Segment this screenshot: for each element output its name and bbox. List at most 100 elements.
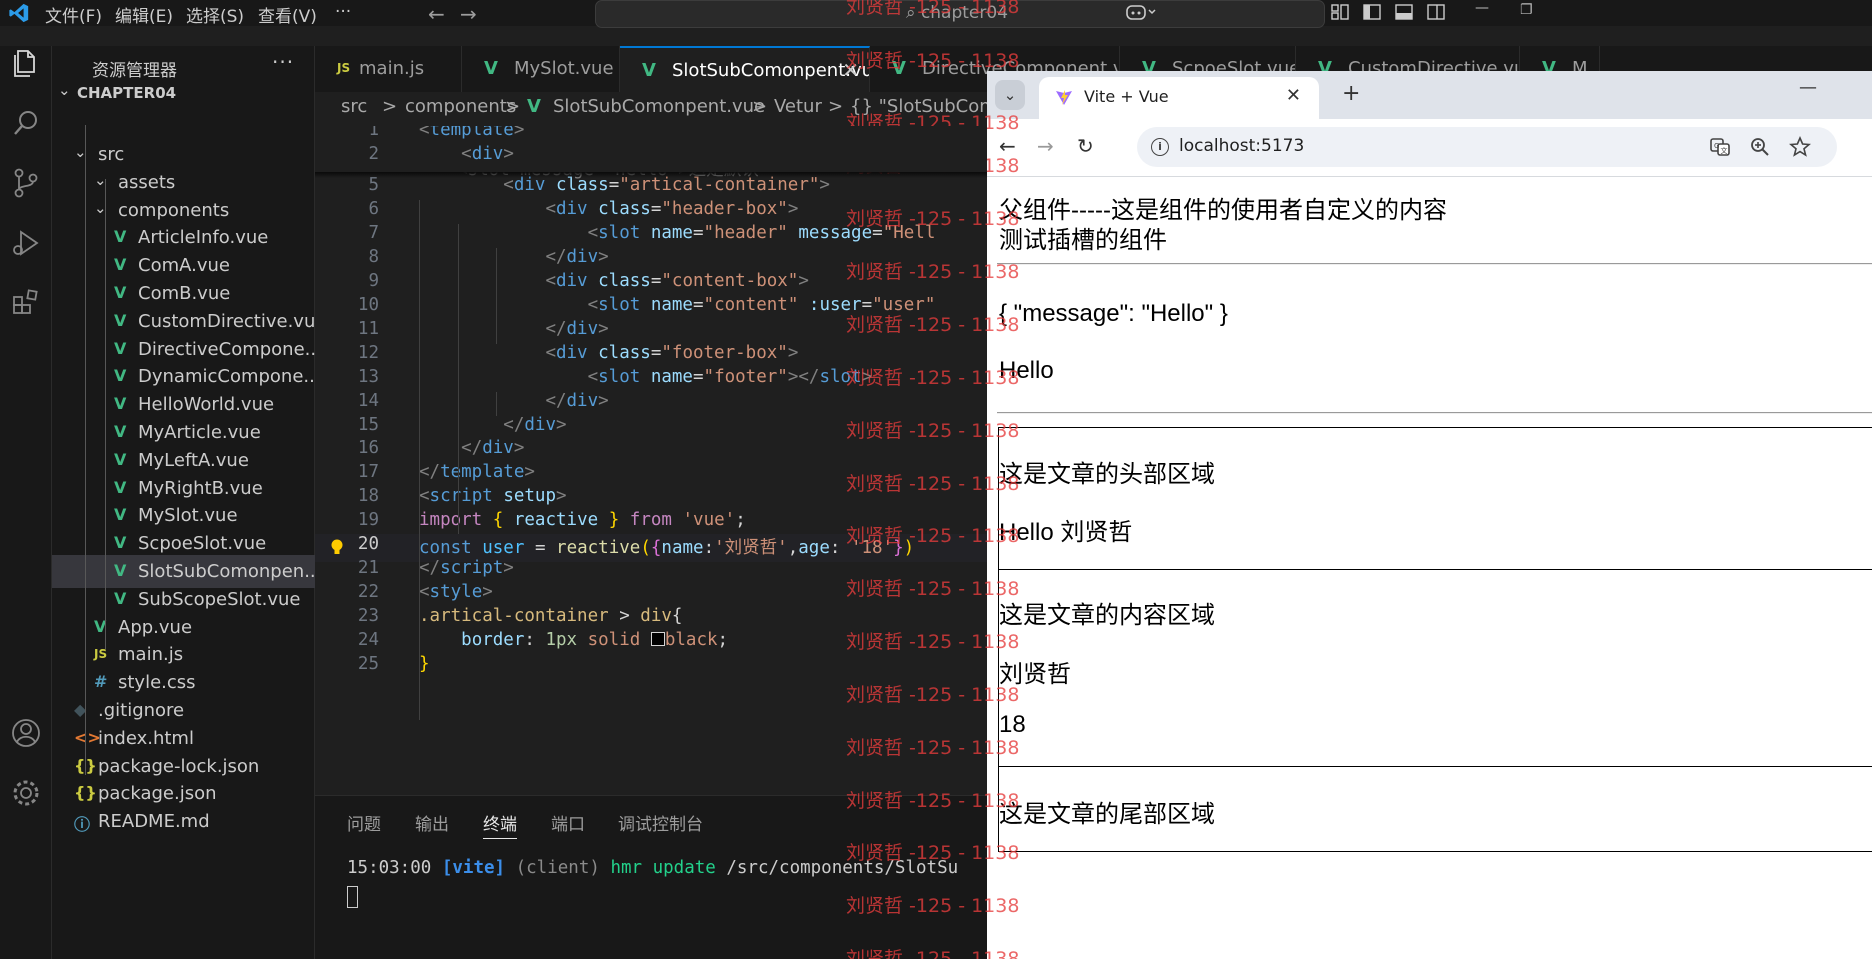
bookmark-star-icon[interactable] <box>1789 136 1811 158</box>
minimize-icon[interactable]: — <box>1799 77 1817 98</box>
new-tab-button[interactable]: + <box>1342 81 1360 106</box>
slot-test-title: 测试插槽的组件 <box>999 227 1167 254</box>
extensions-icon[interactable] <box>9 286 43 320</box>
tab-main-js[interactable]: JS main.js <box>315 46 462 92</box>
breadcrumb-vetur[interactable]: Vetur <box>774 96 822 117</box>
code-text: } <box>419 654 430 674</box>
code-line[interactable]: 2 <div> <box>315 144 987 172</box>
code-text: const user = reactive({name:'刘贤哲',age: '… <box>419 538 915 559</box>
settings-gear-icon[interactable] <box>9 776 43 810</box>
zoom-icon[interactable] <box>1749 136 1771 158</box>
tree-item-label: MyRightB.vue <box>138 477 263 499</box>
tree-item-label: package.json <box>98 783 217 805</box>
toggle-panel-icon[interactable] <box>1394 3 1414 21</box>
vscode-logo-icon <box>9 3 29 23</box>
restore-icon[interactable]: ❐ <box>1520 2 1533 18</box>
layout-customize-icon[interactable] <box>1330 3 1350 21</box>
menu-view[interactable]: 查看(V) <box>258 2 317 27</box>
tab-label: SlotSubComonpent.vue <box>672 60 870 81</box>
divider <box>997 412 1872 414</box>
panel-tab-output[interactable]: 输出 <box>415 810 449 835</box>
tree-item-label: SubScopeSlot.vue <box>138 588 301 610</box>
code-text: <div class="artical-container"> <box>503 175 830 195</box>
browser-tab[interactable]: Vite + Vue ✕ <box>1039 77 1319 119</box>
menu-edit[interactable]: 编辑(E) <box>115 2 173 27</box>
tree-item-label: SlotSubComonpen... <box>138 561 315 582</box>
line-number: 15 <box>357 414 379 435</box>
site-info-icon[interactable]: i <box>1151 138 1169 156</box>
menu-file[interactable]: 文件(F) <box>45 2 102 27</box>
explorer-files-icon[interactable] <box>9 46 43 80</box>
explorer-more-button[interactable]: ··· <box>272 50 294 74</box>
breadcrumb-components[interactable]: components <box>405 96 516 117</box>
tree-item-label: DirectiveCompone... <box>138 338 315 360</box>
copilot-icon[interactable] <box>1125 3 1159 21</box>
source-control-icon[interactable] <box>9 166 43 200</box>
code-line[interactable]: 25} <box>315 654 987 682</box>
line-number: 2 <box>368 144 379 164</box>
tree-item-label: main.js <box>118 644 184 666</box>
markdown-file-icon: ⓘ <box>74 815 91 835</box>
search-icon[interactable] <box>9 106 43 140</box>
tree-item-label: MyLeftA.vue <box>138 449 249 471</box>
tab-search-dropdown-icon[interactable]: ⌄ <box>995 80 1025 110</box>
close-tab-icon[interactable]: ✕ <box>1286 85 1301 106</box>
menu-more[interactable]: ··· <box>335 2 351 22</box>
code-text: </template> <box>419 462 535 483</box>
watermark-text: 刘贤哲 -125 - 1138 <box>846 895 1020 917</box>
tree-item-label: package-lock.json <box>98 755 260 777</box>
panel-tab-terminal[interactable]: 终端 <box>483 810 517 839</box>
tree-item-label: ComA.vue <box>138 255 230 277</box>
terminal-cursor[interactable] <box>347 886 358 908</box>
forward-arrow-icon[interactable]: → <box>1037 134 1054 158</box>
back-arrow-icon[interactable]: ← <box>428 2 445 26</box>
code-text: .artical-container > div{ <box>419 606 683 627</box>
lightbulb-icon[interactable] <box>330 538 344 557</box>
line-number: 9 <box>368 270 379 291</box>
vue-file-icon: V <box>114 227 127 247</box>
breadcrumb-src[interactable]: src <box>341 96 367 117</box>
tab-myslot[interactable]: V MySlot.vue <box>462 46 620 92</box>
code-text: <template> <box>419 126 525 140</box>
explorer-sidebar: 资源管理器 ··· ⌄ CHAPTER04 ⌄ src ⌄ assets ⌄ componen… <box>52 46 315 959</box>
code-text: border: 1px solid black; <box>461 630 729 651</box>
toggle-secondary-sidebar-icon[interactable] <box>1426 3 1446 21</box>
translate-icon[interactable]: G 文 <box>1709 136 1731 158</box>
tree-file[interactable]: ⓘ README.md <box>52 805 315 838</box>
menu-selection[interactable]: 选择(S) <box>186 2 244 27</box>
terminal-client: (client) <box>515 858 600 878</box>
toggle-sidebar-icon[interactable] <box>1362 3 1382 21</box>
address-bar[interactable]: i localhost:5173 G 文 <box>1137 127 1837 167</box>
watermark-text: 刘贤哲 -125 - 1138 <box>846 367 1020 389</box>
tree-item-label: CustomDirective.vue <box>138 310 315 332</box>
breadcrumb-sep: > <box>752 96 768 117</box>
color-swatch <box>650 632 665 647</box>
indent-guide <box>419 488 420 512</box>
code-text: </div> <box>545 246 609 267</box>
line-number: 12 <box>357 342 379 363</box>
line-number: 19 <box>357 510 379 531</box>
tree-root-chapter04[interactable]: ⌄ CHAPTER04 <box>52 76 315 109</box>
header-box: 这是文章的头部区域 Hello 刘贤哲 <box>998 427 1872 570</box>
divider <box>997 263 1872 265</box>
account-icon[interactable] <box>9 716 43 750</box>
panel-tab-debug-console[interactable]: 调试控制台 <box>618 810 703 835</box>
tab-label: MySlot.vue <box>514 58 614 79</box>
line-number: 10 <box>357 294 379 315</box>
line-number: 1 <box>368 126 379 140</box>
run-debug-icon[interactable] <box>9 226 43 260</box>
html-file-icon: <> <box>74 727 101 747</box>
tree-item-label: README.md <box>98 811 210 833</box>
forward-arrow-icon[interactable]: → <box>460 2 477 26</box>
panel-tab-ports[interactable]: 端口 <box>551 810 585 835</box>
panel-tab-problems[interactable]: 问题 <box>347 810 381 835</box>
breadcrumb-file[interactable]: SlotSubComonpent.vue <box>553 96 765 117</box>
code-text: <div class="footer-box"> <box>545 342 799 363</box>
tab-slotsubcomonpent[interactable]: V SlotSubComonpent.vue ✕ <box>620 46 870 92</box>
vue-file-icon: V <box>114 561 127 580</box>
page-content: 父组件-----这是组件的使用者自定义的内容 测试插槽的组件 { "messag… <box>987 178 1872 959</box>
vue-file-icon: V <box>114 449 127 469</box>
reload-icon[interactable]: ↻ <box>1077 134 1094 158</box>
minimize-icon[interactable]: — <box>1475 0 1489 16</box>
watermark-text: 刘贤哲 -125 - 1138 <box>846 737 1020 759</box>
